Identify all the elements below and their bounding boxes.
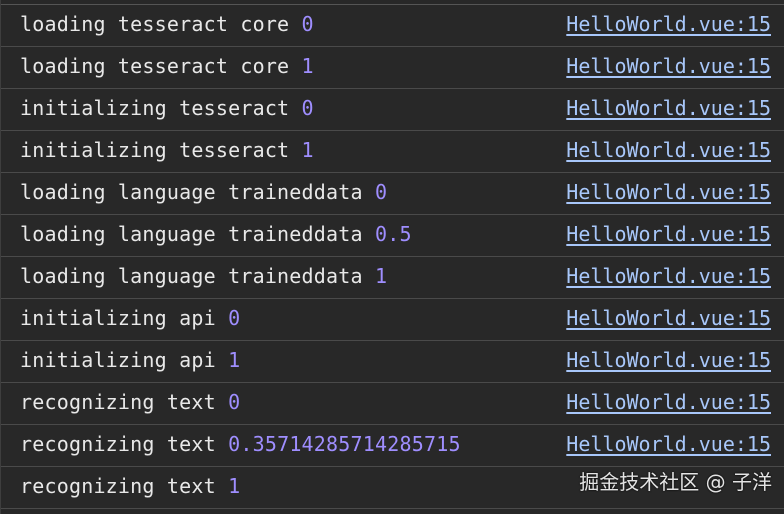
log-message: initializing api 0 [20,303,240,333]
console-log-row: loading tesseract core 1 HelloWorld.vue:… [1,46,784,88]
console-log-row: loading language traineddata 1 HelloWorl… [1,256,784,298]
log-text: recognizing text [20,390,229,414]
source-link[interactable]: HelloWorld.vue:15 [566,51,771,81]
log-message: recognizing text 0.35714285714285715 [20,429,461,459]
log-text: loading language traineddata [20,264,375,288]
log-number: 0.35714285714285715 [228,432,461,456]
log-text: initializing tesseract [20,96,302,120]
log-number: 1 [228,474,241,498]
source-link[interactable]: HelloWorld.vue:15 [566,429,771,459]
log-number: 0 [301,96,314,120]
source-link[interactable]: HelloWorld.vue:15 [566,219,771,249]
console-log-row: initializing tesseract 0 HelloWorld.vue:… [1,88,784,130]
source-link[interactable]: HelloWorld.vue:15 [566,93,771,123]
log-message: recognizing text 0 [20,387,240,417]
log-number: 0.5 [375,222,412,246]
log-number: 1 [228,348,241,372]
log-text: loading tesseract core [20,54,302,78]
log-message: loading tesseract core 0 [20,9,314,39]
log-message: loading language traineddata 0 [20,177,387,207]
source-link[interactable]: HelloWorld.vue:15 [566,387,771,417]
log-text: loading tesseract core [20,12,302,36]
console-log-row: recognizing text 0 HelloWorld.vue:15 [1,382,784,424]
source-link[interactable]: HelloWorld.vue:15 [566,303,771,333]
log-message: initializing tesseract 0 [20,93,314,123]
log-message: recognizing text 1 [20,471,240,501]
source-link[interactable]: HelloWorld.vue:15 [566,177,771,207]
log-message: initializing tesseract 1 [20,135,314,165]
log-message: loading language traineddata 1 [20,261,387,291]
log-number: 0 [301,12,314,36]
log-number: 1 [375,264,388,288]
log-message: loading tesseract core 1 [20,51,314,81]
log-text: recognizing text [20,474,229,498]
console-log-row: loading tesseract core 0 HelloWorld.vue:… [1,4,784,46]
console-log-row: initializing tesseract 1 HelloWorld.vue:… [1,130,784,172]
console-log-row: loading language traineddata 0.5 HelloWo… [1,214,784,256]
console-log-row: initializing api 0 HelloWorld.vue:15 [1,298,784,340]
log-text: loading language traineddata [20,180,375,204]
watermark-text: 掘金技术社区 @ 子洋 [579,470,772,494]
log-message: initializing api 1 [20,345,240,375]
log-text: initializing api [20,348,229,372]
log-text: initializing api [20,306,229,330]
source-link[interactable]: HelloWorld.vue:15 [566,135,771,165]
console-log-row: initializing api 1 HelloWorld.vue:15 [1,340,784,382]
log-number: 0 [228,390,241,414]
source-link[interactable]: HelloWorld.vue:15 [566,261,771,291]
console-divider [1,508,784,509]
log-number: 1 [301,54,314,78]
source-link[interactable]: HelloWorld.vue:15 [566,9,771,39]
log-number: 1 [301,138,314,162]
console-log-row: recognizing text 0.35714285714285715 Hel… [1,424,784,466]
log-text: loading language traineddata [20,222,375,246]
log-text: initializing tesseract [20,138,302,162]
source-link[interactable]: HelloWorld.vue:15 [566,345,771,375]
log-number: 0 [228,306,241,330]
log-number: 0 [375,180,388,204]
console-log-row: loading language traineddata 0 HelloWorl… [1,172,784,214]
log-message: loading language traineddata 0.5 [20,219,412,249]
devtools-console: loading tesseract core 0 HelloWorld.vue:… [0,0,784,514]
log-text: recognizing text [20,432,229,456]
